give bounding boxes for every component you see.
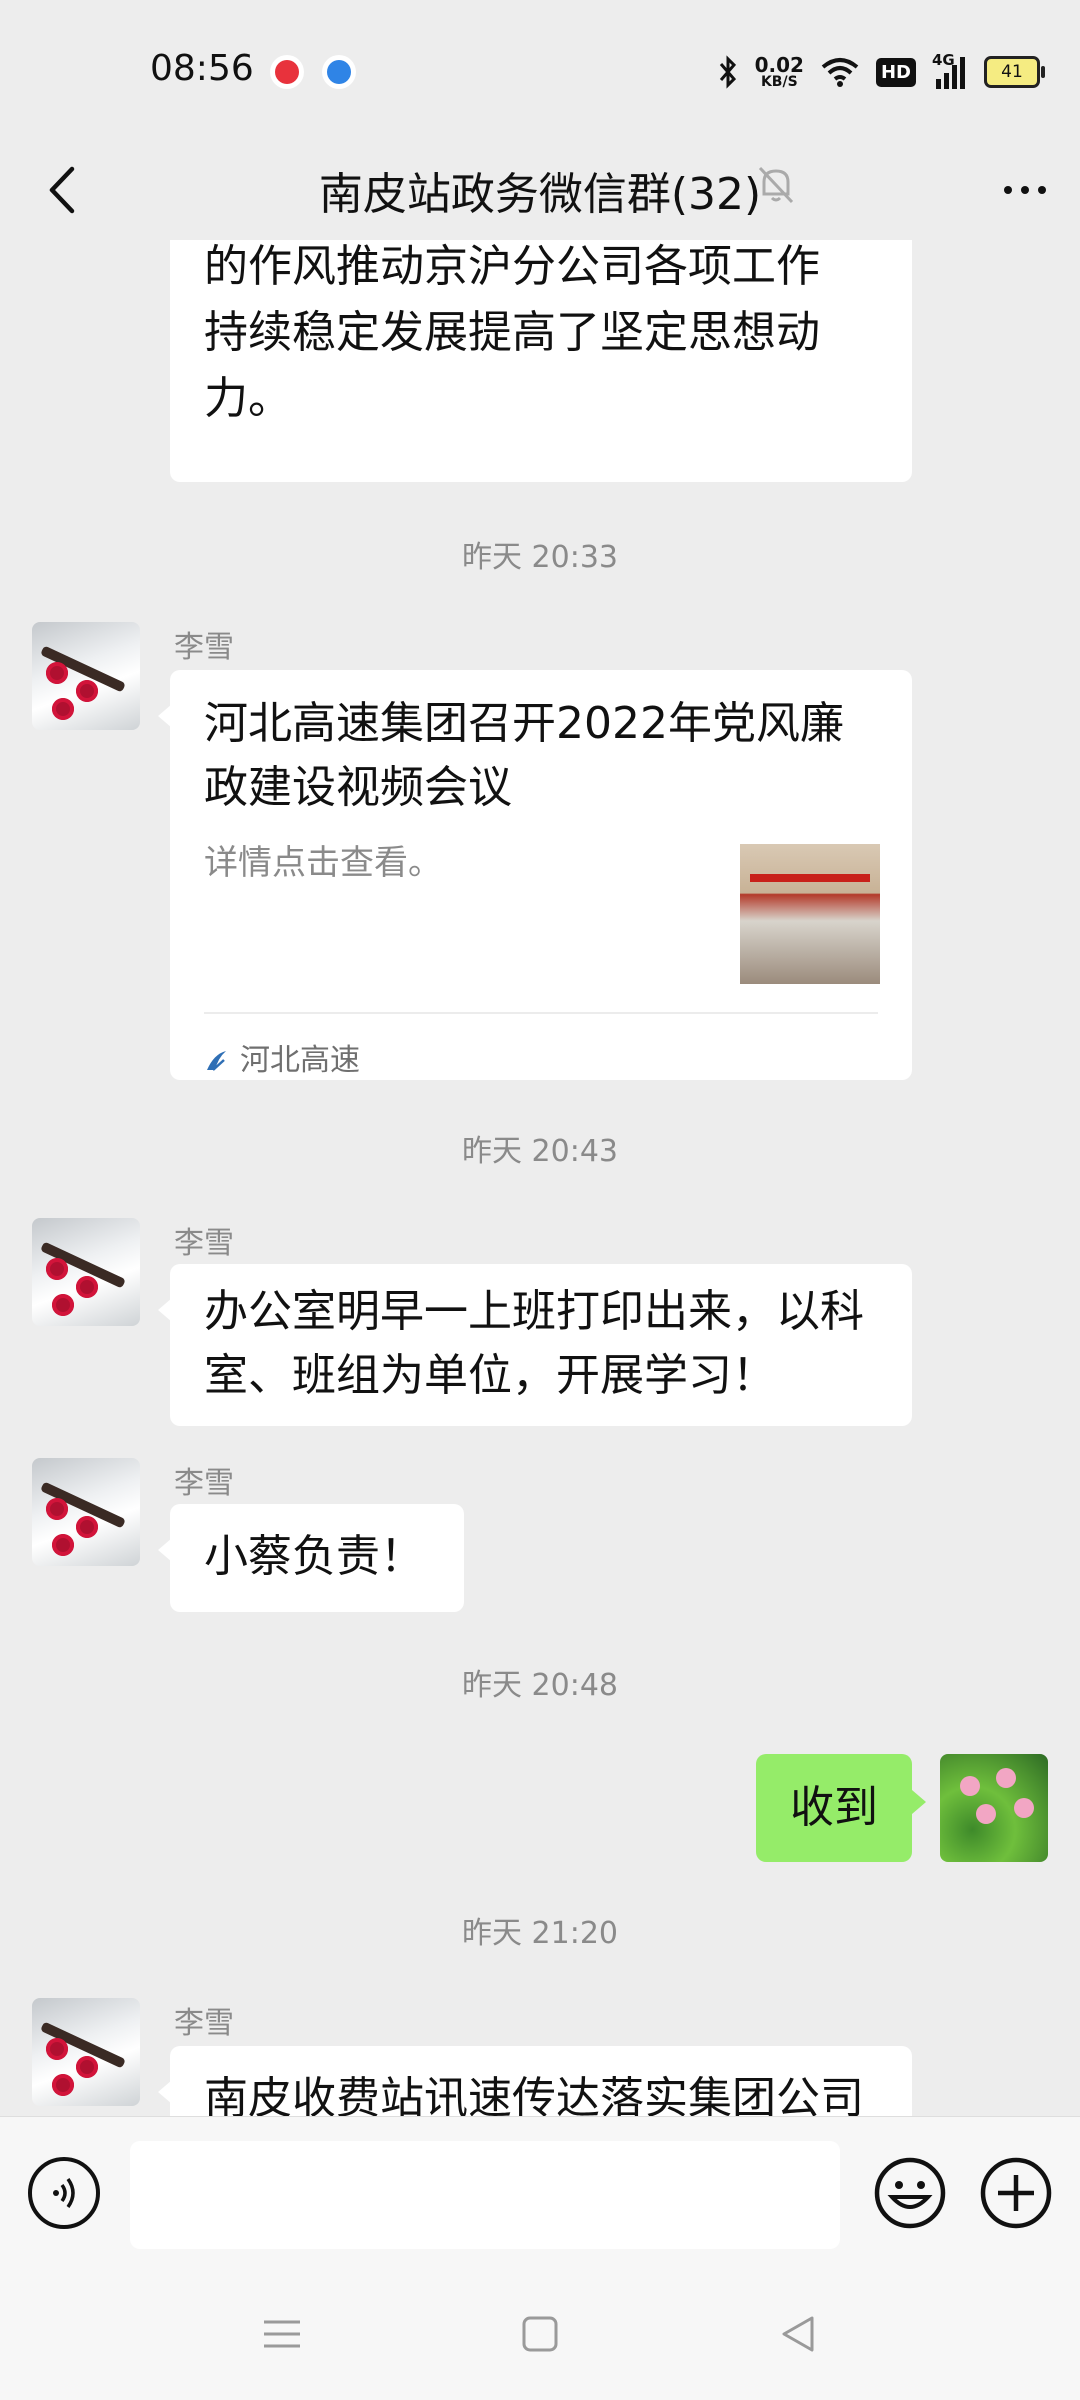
avatar[interactable]	[32, 1998, 140, 2106]
back-triangle-icon[interactable]	[778, 2314, 818, 2354]
timestamp: 昨天 21:20	[462, 1916, 618, 1951]
avatar[interactable]	[32, 1458, 140, 1566]
cellular-signal: 4G	[932, 51, 968, 89]
status-bar: 08:56 0.02 KB/S HD 4G 41	[0, 0, 1080, 140]
link-source: 河北高速	[204, 1028, 360, 1094]
message-bubble[interactable]: 南皮收费站讯速传达落实集团公司	[158, 2046, 912, 2116]
timestamp: 昨天 20:33	[462, 540, 618, 575]
emoji-icon[interactable]	[872, 2155, 948, 2231]
my-message-bubble[interactable]: 收到	[756, 1754, 926, 1862]
sender-name: 李雪	[174, 1226, 234, 1261]
hebei-expressway-logo-icon	[207, 1051, 226, 1071]
link-description: 详情点击查看。	[204, 843, 442, 883]
message-bubble-partial[interactable]: 的作风推动京沪分公司各项工作 持续稳定发展提高了坚定思想动 力。	[170, 240, 912, 482]
network-speed-value: 0.02	[754, 53, 804, 77]
plus-icon[interactable]	[978, 2155, 1054, 2231]
my-avatar[interactable]	[940, 1754, 1048, 1862]
home-icon[interactable]	[520, 2314, 560, 2354]
input-bar	[0, 2116, 1080, 2277]
battery-level: 41	[1001, 62, 1023, 82]
message-bubble[interactable]: 办公室明早一上班打印出来，以科室、班组为单位，开展学习！	[158, 1264, 912, 1426]
more-icon	[1004, 186, 1012, 194]
voice-icon	[53, 2177, 75, 2209]
chat-title: 南皮站政务微信群(32)	[318, 169, 762, 220]
mute-bell-icon	[758, 166, 794, 204]
avatar[interactable]	[32, 1218, 140, 1326]
battery-indicator: 41	[984, 56, 1045, 88]
network-speed: 0.02 KB/S	[755, 55, 804, 89]
signal-bars-icon	[936, 57, 965, 89]
link-title: 河北高速集团召开2022年党风廉政建设视频会议	[204, 698, 844, 813]
message-text: 南皮收费站讯速传达落实集团公司	[204, 2073, 864, 2116]
video-app-notification-icon	[270, 55, 304, 89]
system-navigation-bar	[0, 2276, 1080, 2400]
browser-app-notification-icon	[322, 55, 356, 89]
more-button[interactable]	[990, 155, 1060, 225]
voice-button[interactable]	[28, 2157, 100, 2229]
sender-name: 李雪	[174, 2006, 234, 2041]
message-text: 收到	[790, 1782, 878, 1833]
link-source-name: 河北高速	[240, 1043, 360, 1078]
status-indicators: 0.02 KB/S HD 4G 41	[717, 50, 1045, 94]
message-text: 小蔡负责！	[204, 1531, 424, 1582]
timestamp: 昨天 20:43	[462, 1134, 618, 1169]
divider	[204, 1012, 878, 1014]
chat-header: 南皮站政务微信群(32)	[0, 140, 1080, 240]
timestamp: 昨天 20:48	[462, 1668, 618, 1703]
message-text-line: 的作风推动京沪分公司各项工作	[204, 241, 820, 292]
wifi-icon	[821, 58, 859, 87]
link-card[interactable]: 河北高速集团召开2022年党风廉政建设视频会议 详情点击查看。 河北高速	[158, 670, 912, 1080]
sender-name: 李雪	[174, 630, 234, 665]
chat-messages[interactable]: 的作风推动京沪分公司各项工作 持续稳定发展提高了坚定思想动 力。 昨天 20:3…	[0, 240, 1080, 2116]
sender-name: 李雪	[174, 1466, 234, 1501]
hd-voice-badge: HD	[875, 57, 916, 87]
message-bubble[interactable]: 小蔡负责！	[158, 1504, 464, 1612]
avatar[interactable]	[32, 622, 140, 730]
message-text: 办公室明早一上班打印出来，以科室、班组为单位，开展学习！	[204, 1286, 864, 1401]
message-text-line: 持续稳定发展提高了坚定思想动	[204, 307, 820, 358]
message-input[interactable]	[130, 2141, 840, 2249]
status-time: 08:56	[150, 48, 254, 89]
link-thumbnail	[740, 844, 880, 984]
message-text-line: 力。	[204, 373, 292, 424]
bluetooth-icon	[719, 55, 736, 89]
network-speed-unit: KB/S	[760, 74, 798, 90]
menu-icon[interactable]	[262, 2314, 302, 2354]
